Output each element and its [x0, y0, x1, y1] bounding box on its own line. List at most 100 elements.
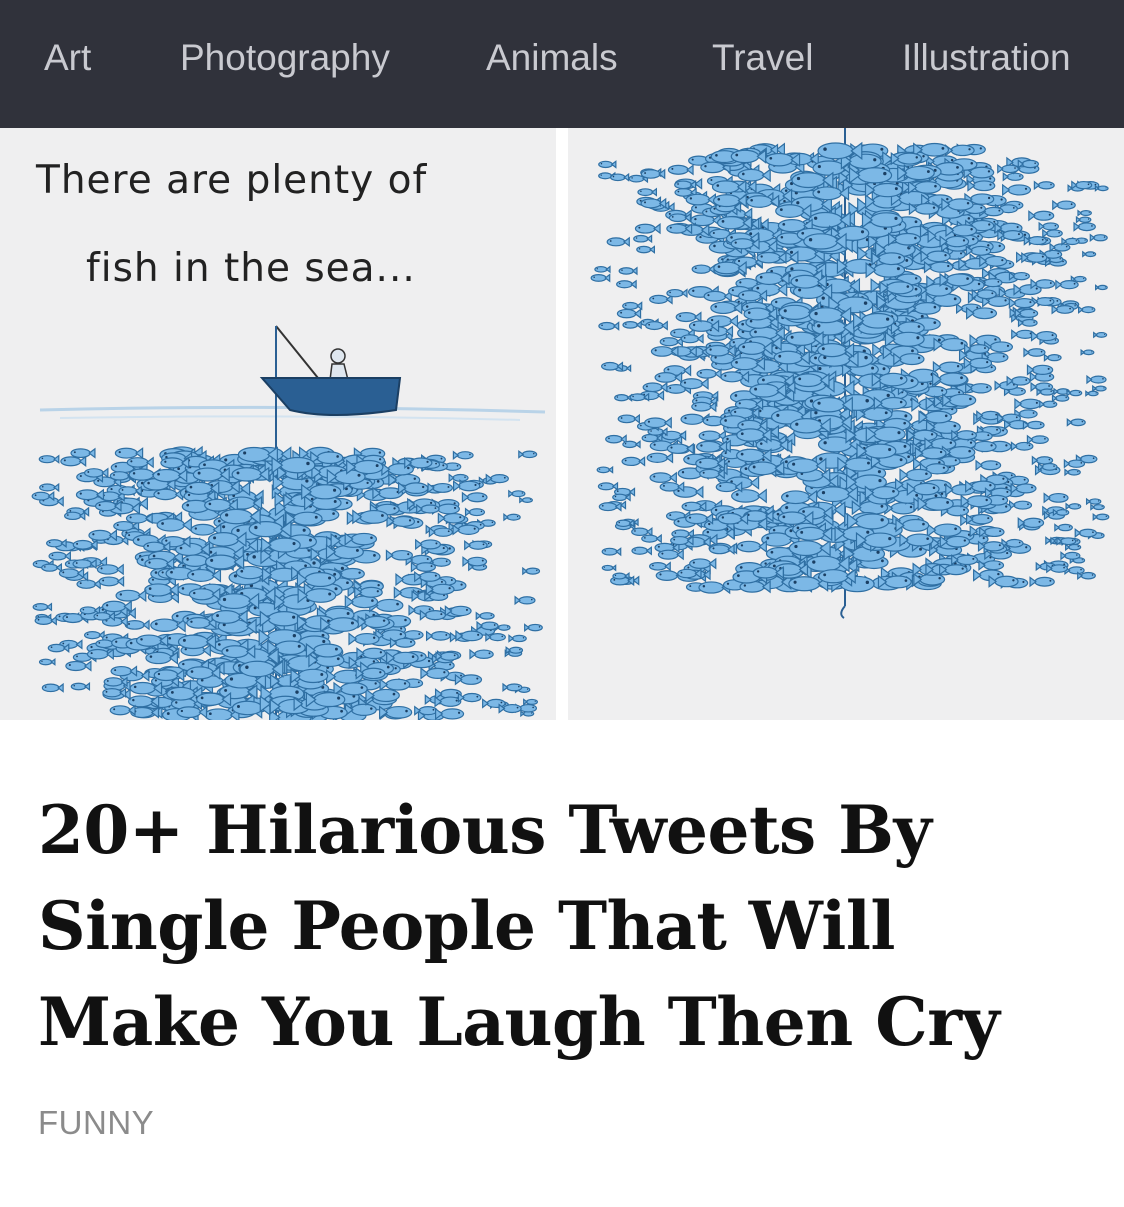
nav-item-art[interactable]: Art: [44, 36, 91, 80]
nav-item-illustration[interactable]: Illustration: [902, 36, 1071, 80]
fish-icon: [464, 540, 488, 551]
fish-icon: [415, 538, 442, 551]
fish-icon: [39, 482, 60, 493]
fish-icon: [523, 698, 539, 706]
fish-icon: [84, 467, 109, 479]
fish-icon: [1092, 384, 1107, 393]
fish-icon: [1055, 279, 1079, 290]
fish-icon: [967, 179, 996, 192]
fish-icon: [1082, 250, 1097, 258]
fish-icon: [689, 557, 717, 570]
fish-icon: [636, 245, 656, 254]
fish-icon: [646, 452, 674, 464]
fish-icon: [425, 630, 451, 642]
fish-icon: [1030, 330, 1058, 342]
fish-icon: [1065, 543, 1082, 552]
fish-icon: [622, 440, 641, 449]
fish-icon: [1074, 528, 1097, 539]
fish-icon: [649, 561, 671, 572]
fish-icon: [1078, 305, 1096, 314]
fish-icon: [659, 336, 683, 347]
article-category-tag[interactable]: FUNNY: [38, 1104, 154, 1142]
fish-icon: [1052, 199, 1076, 211]
fish-icon: [1060, 551, 1081, 561]
fish-icon: [1066, 417, 1086, 427]
fish-icon: [590, 273, 611, 283]
fish-icon: [1008, 297, 1036, 309]
fish-icon: [1065, 502, 1082, 511]
fish-icon: [617, 413, 640, 424]
fish-icon: [1011, 329, 1035, 340]
fish-icon: [1002, 172, 1024, 182]
fish-icon: [696, 368, 722, 380]
fish-icon: [115, 589, 147, 603]
fish-icon: [1038, 221, 1060, 232]
comic-panel-left: There are plenty of fish in the sea...: [0, 128, 556, 720]
nav-item-photography[interactable]: Photography: [180, 36, 390, 80]
fish-icon: [731, 488, 767, 504]
fish-icon: [1033, 180, 1055, 191]
fish-icon: [48, 551, 71, 562]
fish-illustration-left: [31, 325, 546, 720]
fish-icon: [1002, 183, 1032, 197]
fish-icon: [457, 692, 482, 703]
fish-icon: [926, 522, 962, 538]
nav-item-travel[interactable]: Travel: [712, 36, 813, 80]
fish-icon: [502, 682, 523, 692]
fish-icon: [83, 630, 105, 640]
fish-icon: [597, 481, 619, 491]
fish-icon: [70, 447, 96, 459]
fish-icon: [1085, 390, 1099, 397]
article-hero-image[interactable]: There are plenty of fish in the sea...: [0, 128, 1124, 720]
fish-icon: [1093, 331, 1108, 339]
fish-icon: [176, 705, 208, 719]
fish-icon: [98, 575, 125, 587]
article-headline[interactable]: 20+ Hilarious Tweets By Single People Th…: [38, 782, 1098, 1070]
fish-icon: [634, 223, 661, 235]
fish-icon: [899, 468, 933, 482]
fish-icon: [1042, 228, 1063, 239]
comic-caption-line-2: fish in the sea...: [86, 246, 416, 291]
category-nav-bar: Art Photography Animals Travel Illustrat…: [0, 0, 1124, 128]
fish-icon: [124, 619, 150, 631]
fish-icon: [437, 512, 466, 525]
fish-icon: [1054, 523, 1073, 532]
fish-icon: [1077, 209, 1092, 217]
fish-icon: [598, 160, 617, 169]
fish-icon: [32, 602, 53, 612]
fish-icon: [1043, 353, 1062, 362]
fish-icon: [114, 447, 144, 460]
fish-icon: [469, 648, 494, 660]
fish-icon: [1095, 284, 1108, 291]
nav-item-animals[interactable]: Animals: [486, 36, 618, 80]
fish-illustration-right: [590, 128, 1110, 619]
fish-icon: [1029, 576, 1055, 588]
fish-icon: [679, 377, 709, 390]
fish-icon: [1010, 441, 1034, 452]
fish-icon: [34, 615, 57, 626]
fish-icon: [649, 471, 677, 484]
fish-icon: [975, 459, 1002, 471]
fish-icon: [60, 455, 87, 467]
fish-icon: [637, 187, 657, 197]
fish-icon: [641, 533, 662, 544]
fish-icon: [622, 301, 643, 311]
fish-icon: [1008, 499, 1033, 511]
fish-icon: [448, 473, 469, 483]
fish-icon: [997, 163, 1019, 174]
fish-icon: [1031, 296, 1055, 307]
fish-icon: [667, 164, 694, 176]
fish-icon: [462, 556, 488, 567]
fish-icon: [452, 450, 474, 460]
fish-icon: [649, 294, 673, 305]
fish-icon: [156, 517, 192, 533]
fish-icon: [1089, 233, 1108, 242]
fish-icon: [644, 416, 672, 429]
fish-icon: [1094, 184, 1109, 192]
fish-icon: [703, 290, 732, 303]
fish-icon: [1090, 503, 1105, 511]
fish-icon: [737, 168, 771, 183]
fish-icon: [187, 568, 222, 583]
fish-icon: [666, 288, 688, 299]
fish-icon: [1023, 347, 1046, 358]
